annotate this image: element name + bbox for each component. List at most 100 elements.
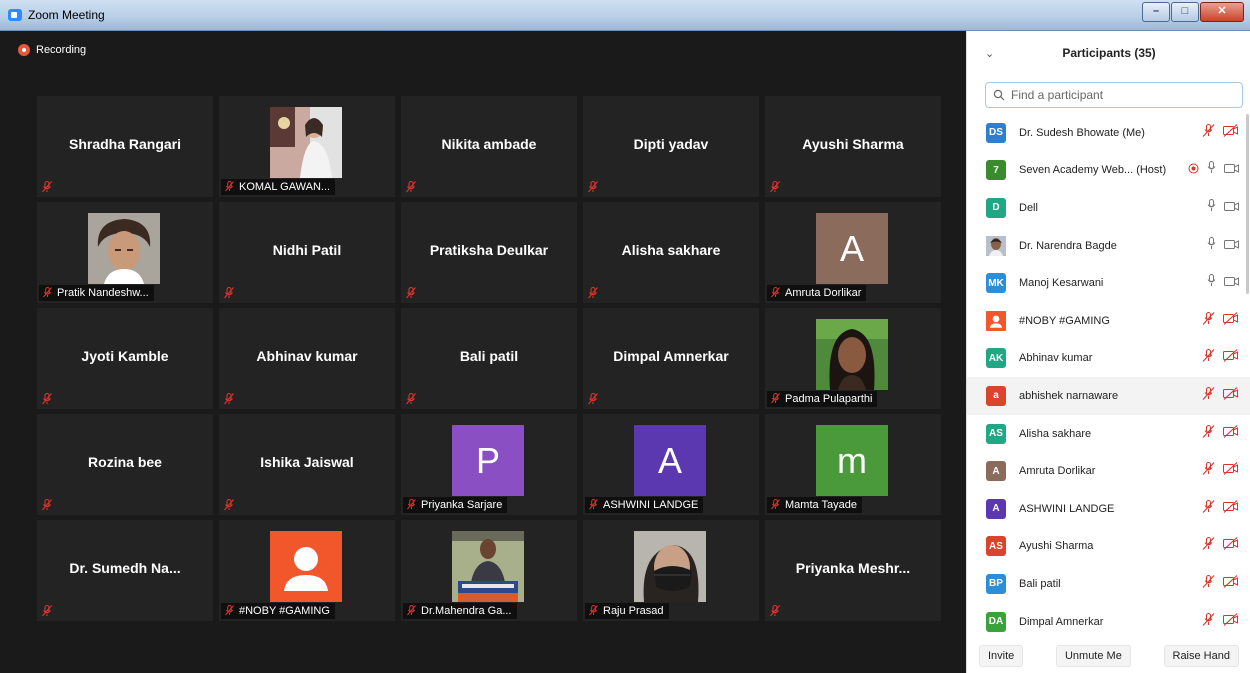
video-tile[interactable]: Padma Pulaparthi [765, 308, 941, 409]
recording-icon [18, 44, 30, 56]
participant-status-icons [1202, 462, 1239, 480]
participant-name: KOMAL GAWAN... [239, 181, 331, 193]
video-tile[interactable]: Bali patil [401, 308, 577, 409]
participants-title: Participants (35) [1062, 46, 1156, 60]
muted-mic-icon [406, 392, 416, 405]
participant-name: Mamta Tayade [785, 499, 857, 511]
muted-mic-icon [1202, 424, 1215, 443]
muted-mic-icon [589, 499, 599, 511]
participant-status-icons [1207, 236, 1239, 255]
video-tile[interactable]: Nidhi Patil [219, 202, 395, 303]
participant-row[interactable]: AS Alisha sakhare [967, 415, 1250, 453]
participant-avatar: AS [986, 536, 1006, 557]
minimize-button[interactable]: – [1142, 2, 1170, 22]
video-tile[interactable]: #NOBY #GAMING [219, 520, 395, 621]
participant-name: Dimpal Amnerkar [1019, 615, 1104, 628]
participant-status-icons [1202, 386, 1239, 405]
muted-mic-icon [1202, 499, 1215, 518]
participant-avatar: A [986, 461, 1006, 482]
participant-avatar: AK [986, 348, 1006, 369]
participant-name: Padma Pulaparthi [785, 393, 873, 405]
video-tile[interactable]: Rozina bee [37, 414, 213, 515]
participant-name-label: #NOBY #GAMING [221, 603, 335, 619]
video-tile[interactable]: Dr.Mahendra Ga... [401, 520, 577, 621]
video-off-icon [1223, 123, 1239, 142]
video-off-icon [1223, 311, 1239, 330]
video-tile[interactable]: P Priyanka Sarjare [401, 414, 577, 515]
profile-photo [816, 319, 888, 390]
video-icon [1224, 274, 1239, 292]
video-tile[interactable]: Alisha sakhare [583, 202, 759, 303]
participant-name: Abhinav kumar [1019, 352, 1093, 365]
mic-icon [1207, 274, 1216, 292]
participant-status-icons [1202, 123, 1239, 142]
video-tile[interactable]: KOMAL GAWAN... [219, 96, 395, 197]
participant-name: Manoj Kesarwani [1019, 277, 1104, 290]
participant-search[interactable] [985, 82, 1243, 108]
participant-row[interactable]: Dr. Narendra Bagde [967, 227, 1250, 265]
muted-mic-icon [1202, 349, 1215, 367]
video-tile[interactable]: m Mamta Tayade [765, 414, 941, 515]
search-input[interactable] [1009, 87, 1233, 103]
participant-row[interactable]: DS Dr. Sudesh Bhowate (Me) [967, 114, 1250, 152]
video-tile[interactable]: Nikita ambade [401, 96, 577, 197]
video-tile[interactable]: Shradha Rangari [37, 96, 213, 197]
participant-name: Pratik Nandeshw... [57, 287, 149, 299]
video-off-icon [1223, 537, 1239, 555]
video-tile[interactable]: Priyanka Meshr... [765, 520, 941, 621]
video-tile[interactable]: Ishika Jaiswal [219, 414, 395, 515]
participant-name: Seven Academy Web... (Host) [1019, 164, 1167, 177]
muted-mic-icon [1202, 612, 1215, 631]
close-button[interactable]: ✕ [1200, 2, 1244, 22]
participant-row[interactable]: AK Abhinav kumar [967, 340, 1250, 378]
participant-list: DS Dr. Sudesh Bhowate (Me) 7 Seven Academy … [967, 114, 1250, 640]
participant-row[interactable]: a abhishek narnaware [967, 377, 1250, 415]
participant-row[interactable]: DA Dimpal Amnerkar [967, 603, 1250, 641]
video-tile[interactable]: A ASHWINI LANDGE [583, 414, 759, 515]
participant-name: Dell [1019, 201, 1038, 214]
participant-list-scrollbar[interactable] [1246, 114, 1249, 294]
video-icon [1224, 199, 1239, 217]
muted-mic-icon [1202, 537, 1215, 555]
participant-display-name: Ayushi Sharma [802, 136, 904, 152]
video-tile[interactable]: Dipti yadav [583, 96, 759, 197]
participant-row[interactable]: AS Ayushi Sharma [967, 528, 1250, 566]
video-tile[interactable]: Jyoti Kamble [37, 308, 213, 409]
muted-mic-icon [1202, 462, 1215, 480]
invite-button[interactable]: Invite [979, 644, 1024, 667]
participant-display-name: Bali patil [459, 348, 519, 364]
muted-mic-icon [42, 392, 52, 405]
participant-row[interactable]: BP Bali patil [967, 565, 1250, 603]
video-tile[interactable]: Pratik Nandeshw... [37, 202, 213, 303]
maximize-button[interactable]: □ [1171, 2, 1199, 22]
unmute-me-button[interactable]: Unmute Me [1055, 644, 1131, 667]
muted-mic-icon [42, 604, 52, 617]
participant-status-icons [1202, 311, 1239, 330]
raise-hand-button[interactable]: Raise Hand [1163, 644, 1239, 667]
profile-photo [634, 531, 706, 602]
participant-row[interactable]: 7 Seven Academy Web... (Host) [967, 152, 1250, 190]
participant-status-icons [1202, 499, 1239, 518]
video-icon [1224, 237, 1239, 255]
video-tile[interactable]: A Amruta Dorlikar [765, 202, 941, 303]
participant-name: Dr. Sudesh Bhowate (Me) [1019, 126, 1145, 139]
profile-photo [88, 213, 160, 284]
video-tile[interactable]: Ayushi Sharma [765, 96, 941, 197]
video-tile[interactable]: Dimpal Amnerkar [583, 308, 759, 409]
participant-avatar-photo [986, 235, 1006, 256]
muted-mic-icon [771, 499, 781, 511]
video-tile[interactable]: Raju Prasad [583, 520, 759, 621]
participant-row[interactable]: MK Manoj Kesarwani [967, 264, 1250, 302]
participant-row[interactable]: D Dell [967, 189, 1250, 227]
video-tile[interactable]: Dr. Sumedh Na... [37, 520, 213, 621]
participant-name: Dr. Narendra Bagde [1019, 239, 1117, 252]
avatar-initial: A [634, 425, 706, 496]
video-tile[interactable]: Pratiksha Deulkar [401, 202, 577, 303]
video-tile[interactable]: Abhinav kumar [219, 308, 395, 409]
window-title: Zoom Meeting [28, 8, 105, 22]
participant-row[interactable]: #NOBY #GAMING [967, 302, 1250, 340]
participant-row[interactable]: A ASHWINI LANDGE [967, 490, 1250, 528]
participant-row[interactable]: A Amruta Dorlikar [967, 452, 1250, 490]
muted-mic-icon [589, 605, 599, 617]
participant-avatar: a [986, 385, 1006, 406]
